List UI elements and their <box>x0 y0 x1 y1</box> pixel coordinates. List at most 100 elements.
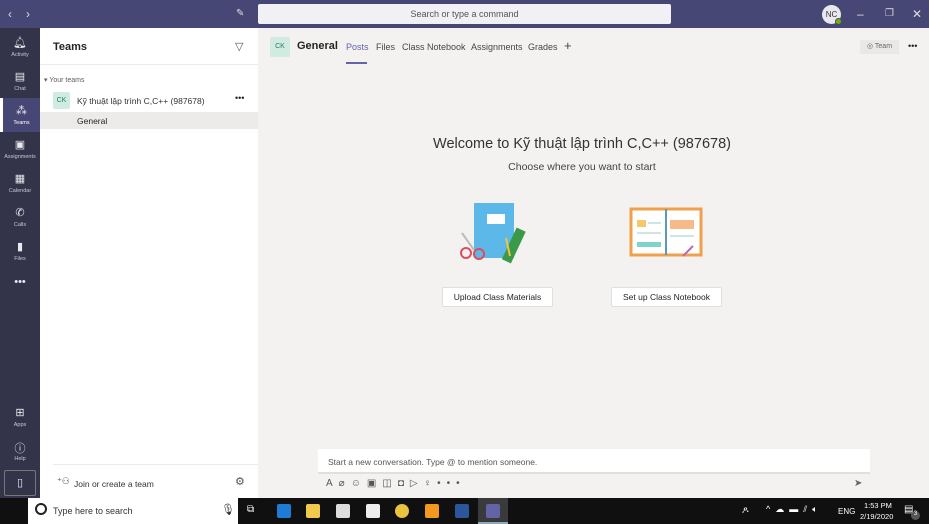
rail-help[interactable]: ⓘ Help <box>0 434 40 468</box>
taskbar: Type here to search 🎙︎ ⧉ ዶ ^☁▬⫽🔈︎ ENG 1:… <box>0 498 929 524</box>
class-notebook-illustration <box>629 207 703 257</box>
device-button[interactable]: ▯ <box>4 470 36 496</box>
rail-activity[interactable]: 🔔︎ Activity <box>0 30 40 64</box>
more-icon[interactable]: ••• <box>437 478 466 489</box>
search-input[interactable]: Search or type a command <box>258 4 671 24</box>
taskbar-search[interactable]: Type here to search 🎙︎ <box>28 498 238 524</box>
rail-label: Calendar <box>8 188 32 194</box>
rail-label: Activity <box>11 52 29 58</box>
filter-icon[interactable]: ▽ <box>235 40 243 53</box>
tab-files[interactable]: Files <box>376 42 395 52</box>
emoji-icon[interactable]: ☺ <box>351 478 367 489</box>
team-avatar: CK <box>53 92 70 109</box>
team-button[interactable]: ◎ Team <box>860 40 899 54</box>
rail-label: Calls <box>13 222 27 228</box>
compose-input[interactable]: Start a new conversation. Type @ to ment… <box>318 449 870 474</box>
assignments-icon: ▣ <box>14 139 26 151</box>
attach-icon[interactable]: ⌀ <box>339 478 351 489</box>
cortana-icon <box>35 503 47 515</box>
rail-files[interactable]: ▮ Files <box>0 234 40 268</box>
setup-class-notebook-button[interactable]: Set up Class Notebook <box>611 287 722 307</box>
language-indicator[interactable]: ENG <box>838 507 855 516</box>
task-view-icon[interactable]: ⧉ <box>247 504 261 518</box>
sticker-icon[interactable]: ◫ <box>382 478 397 489</box>
more-options-icon[interactable]: ••• <box>908 41 917 51</box>
avatar[interactable]: NC <box>822 5 842 25</box>
main-area: CK General Posts Files Class Notebook As… <box>258 28 929 498</box>
tab-grades[interactable]: Grades <box>528 42 558 52</box>
format-icon[interactable]: A <box>326 478 339 489</box>
word-icon[interactable] <box>455 504 469 518</box>
panel-title: Teams <box>53 41 88 53</box>
taskbar-search-text: Type here to search <box>53 506 133 516</box>
app-icon[interactable] <box>425 504 439 518</box>
meet-icon[interactable]: ◘ <box>398 478 410 489</box>
clock-date[interactable]: 2/19/2020 <box>860 512 893 521</box>
close-icon[interactable]: ✕ <box>912 0 922 28</box>
team-name: Kỹ thuật lập trình C,C++ (987678) <box>77 96 205 106</box>
divider <box>40 64 258 65</box>
welcome-title: Welcome to Kỹ thuật lập trình C,C++ (987… <box>433 136 731 152</box>
chat-icon: ▤ <box>14 71 26 83</box>
tab-posts[interactable]: Posts <box>346 42 369 52</box>
rail-apps[interactable]: ⊞ Apps <box>0 400 40 434</box>
back-icon[interactable]: ‹ <box>8 0 12 28</box>
more-icon: ••• <box>14 276 26 288</box>
file-explorer-icon[interactable] <box>306 504 320 518</box>
phone-icon: ✆ <box>15 207 25 219</box>
channel-avatar: CK <box>270 37 290 57</box>
clock-time[interactable]: 1:53 PM <box>864 501 892 510</box>
app-rail: 🔔︎ Activity ▤ Chat ⁂ Teams ▣ Assignments ▦ Ca… <box>0 28 40 498</box>
send-icon[interactable]: ➤ <box>854 478 862 489</box>
channel-general[interactable]: General <box>40 112 258 129</box>
mic-icon: 🎙︎ <box>221 504 235 516</box>
rail-chat[interactable]: ▤ Chat <box>0 64 40 98</box>
welcome-subtitle: Choose where you want to start <box>508 161 656 173</box>
minimize-icon[interactable]: – <box>857 0 864 28</box>
teams-icon <box>486 504 500 518</box>
apps-icon: ⊞ <box>15 407 25 419</box>
people-icon[interactable]: ዶ <box>742 505 749 516</box>
team-item[interactable]: CK Kỹ thuật lập trình C,C++ (987678) ••• <box>40 90 258 112</box>
rail-more[interactable]: ••• <box>0 270 40 304</box>
upload-class-materials-button[interactable]: Upload Class Materials <box>442 287 553 307</box>
rail-label: Assignments <box>4 154 36 160</box>
gif-icon[interactable]: ▣ <box>367 478 382 489</box>
forward-icon[interactable]: › <box>26 0 30 28</box>
store-icon[interactable] <box>336 504 350 518</box>
add-team-icon[interactable]: ⁺⚇ <box>57 476 70 487</box>
stream-icon[interactable]: ▷ <box>410 478 424 489</box>
mail-icon[interactable] <box>366 504 380 518</box>
chrome-icon[interactable] <box>395 504 409 518</box>
rail-calls[interactable]: ✆ Calls <box>0 200 40 234</box>
praise-icon[interactable]: ♀ <box>424 478 438 489</box>
compose-placeholder: Start a new conversation. Type @ to ment… <box>328 457 538 467</box>
rail-assignments[interactable]: ▣ Assignments <box>0 132 40 166</box>
status-dot <box>835 18 842 25</box>
settings-icon[interactable]: ⚙ <box>235 475 245 488</box>
channel-title: General <box>297 40 338 52</box>
more-options-icon[interactable]: ••• <box>235 93 244 103</box>
add-tab-icon[interactable]: + <box>564 38 572 53</box>
rail-label: Help <box>14 456 26 462</box>
rail-label: Files <box>14 256 26 262</box>
maximize-icon[interactable]: ❐ <box>885 0 894 28</box>
edge-icon[interactable] <box>277 504 291 518</box>
compose-icon[interactable]: ✎ <box>236 0 244 28</box>
tab-class-notebook[interactable]: Class Notebook <box>402 42 466 52</box>
file-icon: ▮ <box>16 241 24 253</box>
rail-label: Apps <box>13 422 27 428</box>
join-create-team[interactable]: Join or create a team <box>74 479 154 489</box>
team-button-label: Team <box>874 43 893 50</box>
your-teams-header[interactable]: ▾ Your teams <box>44 76 85 84</box>
teams-taskbar-button[interactable] <box>478 498 508 524</box>
rail-calendar[interactable]: ▦ Calendar <box>0 166 40 200</box>
tab-assignments[interactable]: Assignments <box>471 42 523 52</box>
tray-icons[interactable]: ^☁▬⫽🔈︎ <box>766 504 823 515</box>
compose-toolbar: A⌀☺▣◫◘▷♀••• <box>326 478 466 489</box>
calendar-icon: ▦ <box>14 173 26 185</box>
active-tab-indicator <box>346 62 367 64</box>
help-icon: ⓘ <box>14 443 26 455</box>
title-bar: ‹ › ✎ Search or type a command NC – ❐ ✕ <box>0 0 929 28</box>
rail-teams[interactable]: ⁂ Teams <box>0 98 40 132</box>
